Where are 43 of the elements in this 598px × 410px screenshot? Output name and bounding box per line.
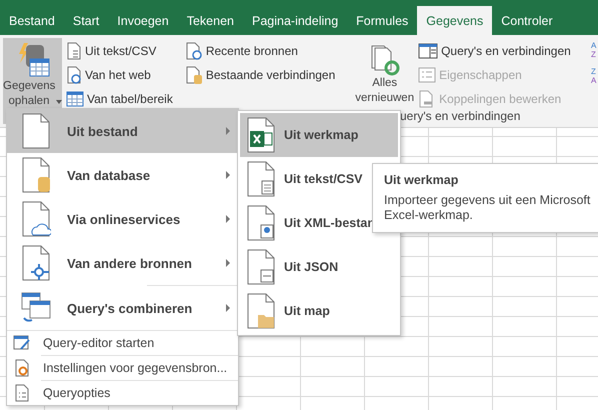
group-label: uery's en verbindingen: [400, 109, 520, 123]
sort-icon[interactable]: A Z: [590, 40, 598, 58]
ribbon-button[interactable]: Bestaande verbindingen: [184, 64, 336, 86]
text-file-icon: [246, 161, 276, 197]
menu-item[interactable]: Uit bestand: [7, 109, 238, 153]
ribbon-button[interactable]: Van het web: [66, 64, 173, 86]
ribbon-tab[interactable]: Formules: [347, 6, 418, 35]
properties-icon: [418, 67, 436, 83]
xml-file-icon: [246, 205, 276, 241]
text-file-icon: [66, 42, 82, 60]
ribbon-tab[interactable]: Controler: [492, 6, 562, 35]
menu-item[interactable]: Queryopties: [7, 381, 238, 405]
ribbon-button[interactable]: Recente bronnen: [184, 40, 336, 62]
database-icon: [21, 157, 51, 193]
folder-icon: [246, 293, 276, 329]
database-file-icon: [184, 66, 203, 84]
menu-item[interactable]: Uit werkmap: [240, 113, 398, 157]
sort-icon[interactable]: Z A: [590, 66, 598, 84]
table-merge-icon: [21, 292, 51, 324]
ribbon-button[interactable]: Van tabel/bereik: [66, 88, 173, 110]
json-file-icon: [246, 249, 276, 285]
cloud-icon: [21, 201, 51, 237]
table-edit-icon: [13, 334, 31, 352]
ribbon-tab[interactable]: Pagina-indeling: [242, 6, 348, 35]
menu-item[interactable]: Instellingen voor gegevensbron...: [7, 356, 238, 380]
menu-item[interactable]: Query-editor starten: [7, 331, 238, 355]
refresh-all-button[interactable]: Alles vernieuwen: [355, 38, 414, 108]
list-document-icon: [13, 384, 31, 402]
ribbon-tab[interactable]: Start: [64, 6, 108, 35]
ribbon-button[interactable]: Uit tekst/CSV: [66, 40, 173, 62]
ribbon-tab[interactable]: Gegevens: [417, 6, 492, 35]
tooltip-title: Uit werkmap: [384, 173, 460, 187]
ribbon-button[interactable]: Query's en verbindingen: [418, 40, 571, 62]
document-icon: [21, 113, 51, 149]
refresh-documents-icon: [370, 44, 400, 76]
ribbon-tab[interactable]: Invoegen: [108, 6, 178, 35]
connector-icon: [21, 245, 51, 281]
ribbon-tab[interactable]: Tekenen: [178, 6, 243, 35]
tooltip-text: Importeer gegevens uit een Microsoft Excel-werkmap.: [384, 193, 592, 223]
panel-icon: [418, 43, 438, 59]
ribbon-tab[interactable]: Bestand: [0, 6, 64, 35]
caret-icon: [56, 100, 62, 104]
spreadsheet-file-icon: [246, 117, 276, 153]
